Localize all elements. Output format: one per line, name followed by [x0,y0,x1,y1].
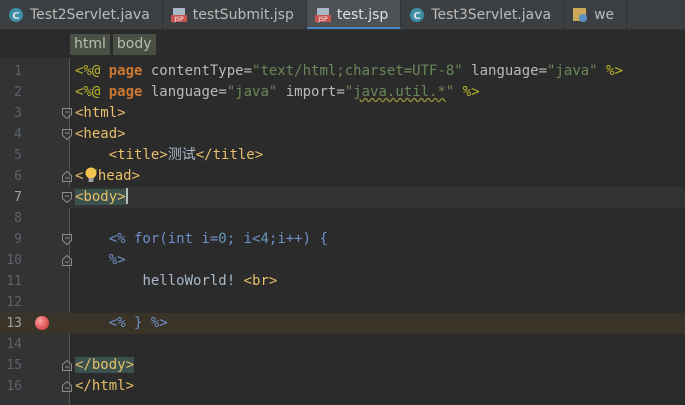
web-xml-icon [573,8,588,22]
code-line: 4 <head> [0,124,685,145]
line-code: %> [108,252,126,268]
line-code: </html> [75,378,135,394]
code-line: 1 <%@ page contentType="text/html;charse… [0,61,685,82]
fold-open-icon[interactable] [62,234,72,245]
java-class-icon: C [410,8,425,22]
code-line: 5 <title>测试</title> [0,145,685,166]
line-number: 8 [14,211,22,226]
line-number: 11 [6,274,22,289]
svg-text:C: C [414,11,421,22]
lightbulb-icon[interactable] [84,167,98,184]
line-number: 10 [6,253,22,268]
line-number: 7 [14,190,22,205]
fold-open-icon[interactable] [62,192,72,203]
text-cursor [125,188,128,204]
code-line-current: 7 <body> [0,187,685,208]
fold-open-icon[interactable] [62,108,72,119]
tab-testsubmit-jsp[interactable]: JSP testSubmit.jsp [163,0,307,29]
code-line: 11 helloWorld! <br> [0,271,685,292]
fold-close-icon[interactable] [62,381,72,392]
code-line: 15 </body> [0,355,685,376]
code-line: 12 [0,292,685,313]
tab-web-xml[interactable]: we [564,0,628,29]
fold-close-icon[interactable] [62,360,72,371]
line-number: 5 [14,148,22,163]
tab-label: Test2Servlet.java [30,7,150,23]
line-number: 15 [6,358,22,373]
line-code: <%@ page contentType="text/html;charset=… [75,63,623,79]
line-code: helloWorld! <br> [142,273,278,289]
fold-open-icon[interactable] [62,129,72,140]
line-number: 3 [14,106,22,121]
tab-test2servlet[interactable]: C Test2Servlet.java [0,0,163,29]
breadcrumb-body[interactable]: body [112,33,156,55]
line-number: 1 [14,64,22,79]
breakpoint-icon[interactable] [35,316,49,330]
breadcrumb-html[interactable]: html [70,33,110,55]
line-number: 16 [6,379,22,394]
jsp-file-icon: JSP [314,8,331,23]
svg-text:JSP: JSP [317,16,328,23]
tab-label: we [594,7,615,23]
code-line: 10 %> [0,250,685,271]
breadcrumb: html body [0,30,685,58]
code-line-breakpoint: 13 <% } %> [0,313,685,334]
code-line: 9 <% for(int i=0; i<4;i++) { [0,229,685,250]
code-editor[interactable]: 1 <%@ page contentType="text/html;charse… [0,58,685,405]
tab-label: testSubmit.jsp [192,7,294,23]
tab-test3servlet[interactable]: C Test3Servlet.java [401,0,565,29]
line-code: <body> [75,188,128,205]
line-number: 13 [6,316,22,331]
fold-close-icon[interactable] [62,255,72,266]
line-code: <title>测试</title> [108,147,264,163]
tab-label: test.jsp [336,7,389,23]
java-class-icon: C [9,8,23,22]
code-line: 3 <html> [0,103,685,124]
line-code: <head> [75,126,126,142]
line-number: 12 [6,295,22,310]
code-line: 8 [0,208,685,229]
line-code: <% for(int i=0; i<4;i++) { [108,231,328,247]
code-line: 16 </html> [0,376,685,397]
svg-text:JSP: JSP [173,16,184,23]
line-code: </body> [75,357,135,373]
line-number: 14 [6,337,22,352]
tab-test-jsp[interactable]: JSP test.jsp [306,0,402,29]
jsp-file-icon: JSP [170,8,187,23]
tab-label: Test3Servlet.java [431,7,552,23]
code-line: 2 <%@ page language="java" import="java.… [0,82,685,103]
line-code: <% } %> [108,315,168,331]
code-line: 6 </head> [0,166,685,187]
line-number: 6 [14,169,22,184]
fold-close-icon[interactable] [62,171,72,182]
line-number: 4 [14,127,22,142]
line-code: <html> [75,105,126,121]
code-line: 14 [0,334,685,355]
editor-tab-bar: C Test2Servlet.java JSP testSubmit.jsp J… [0,0,685,30]
line-number: 2 [14,85,22,100]
svg-text:C: C [12,11,19,22]
line-code: <%@ page language="java" import="java.ut… [75,84,480,100]
line-number: 9 [14,232,22,247]
